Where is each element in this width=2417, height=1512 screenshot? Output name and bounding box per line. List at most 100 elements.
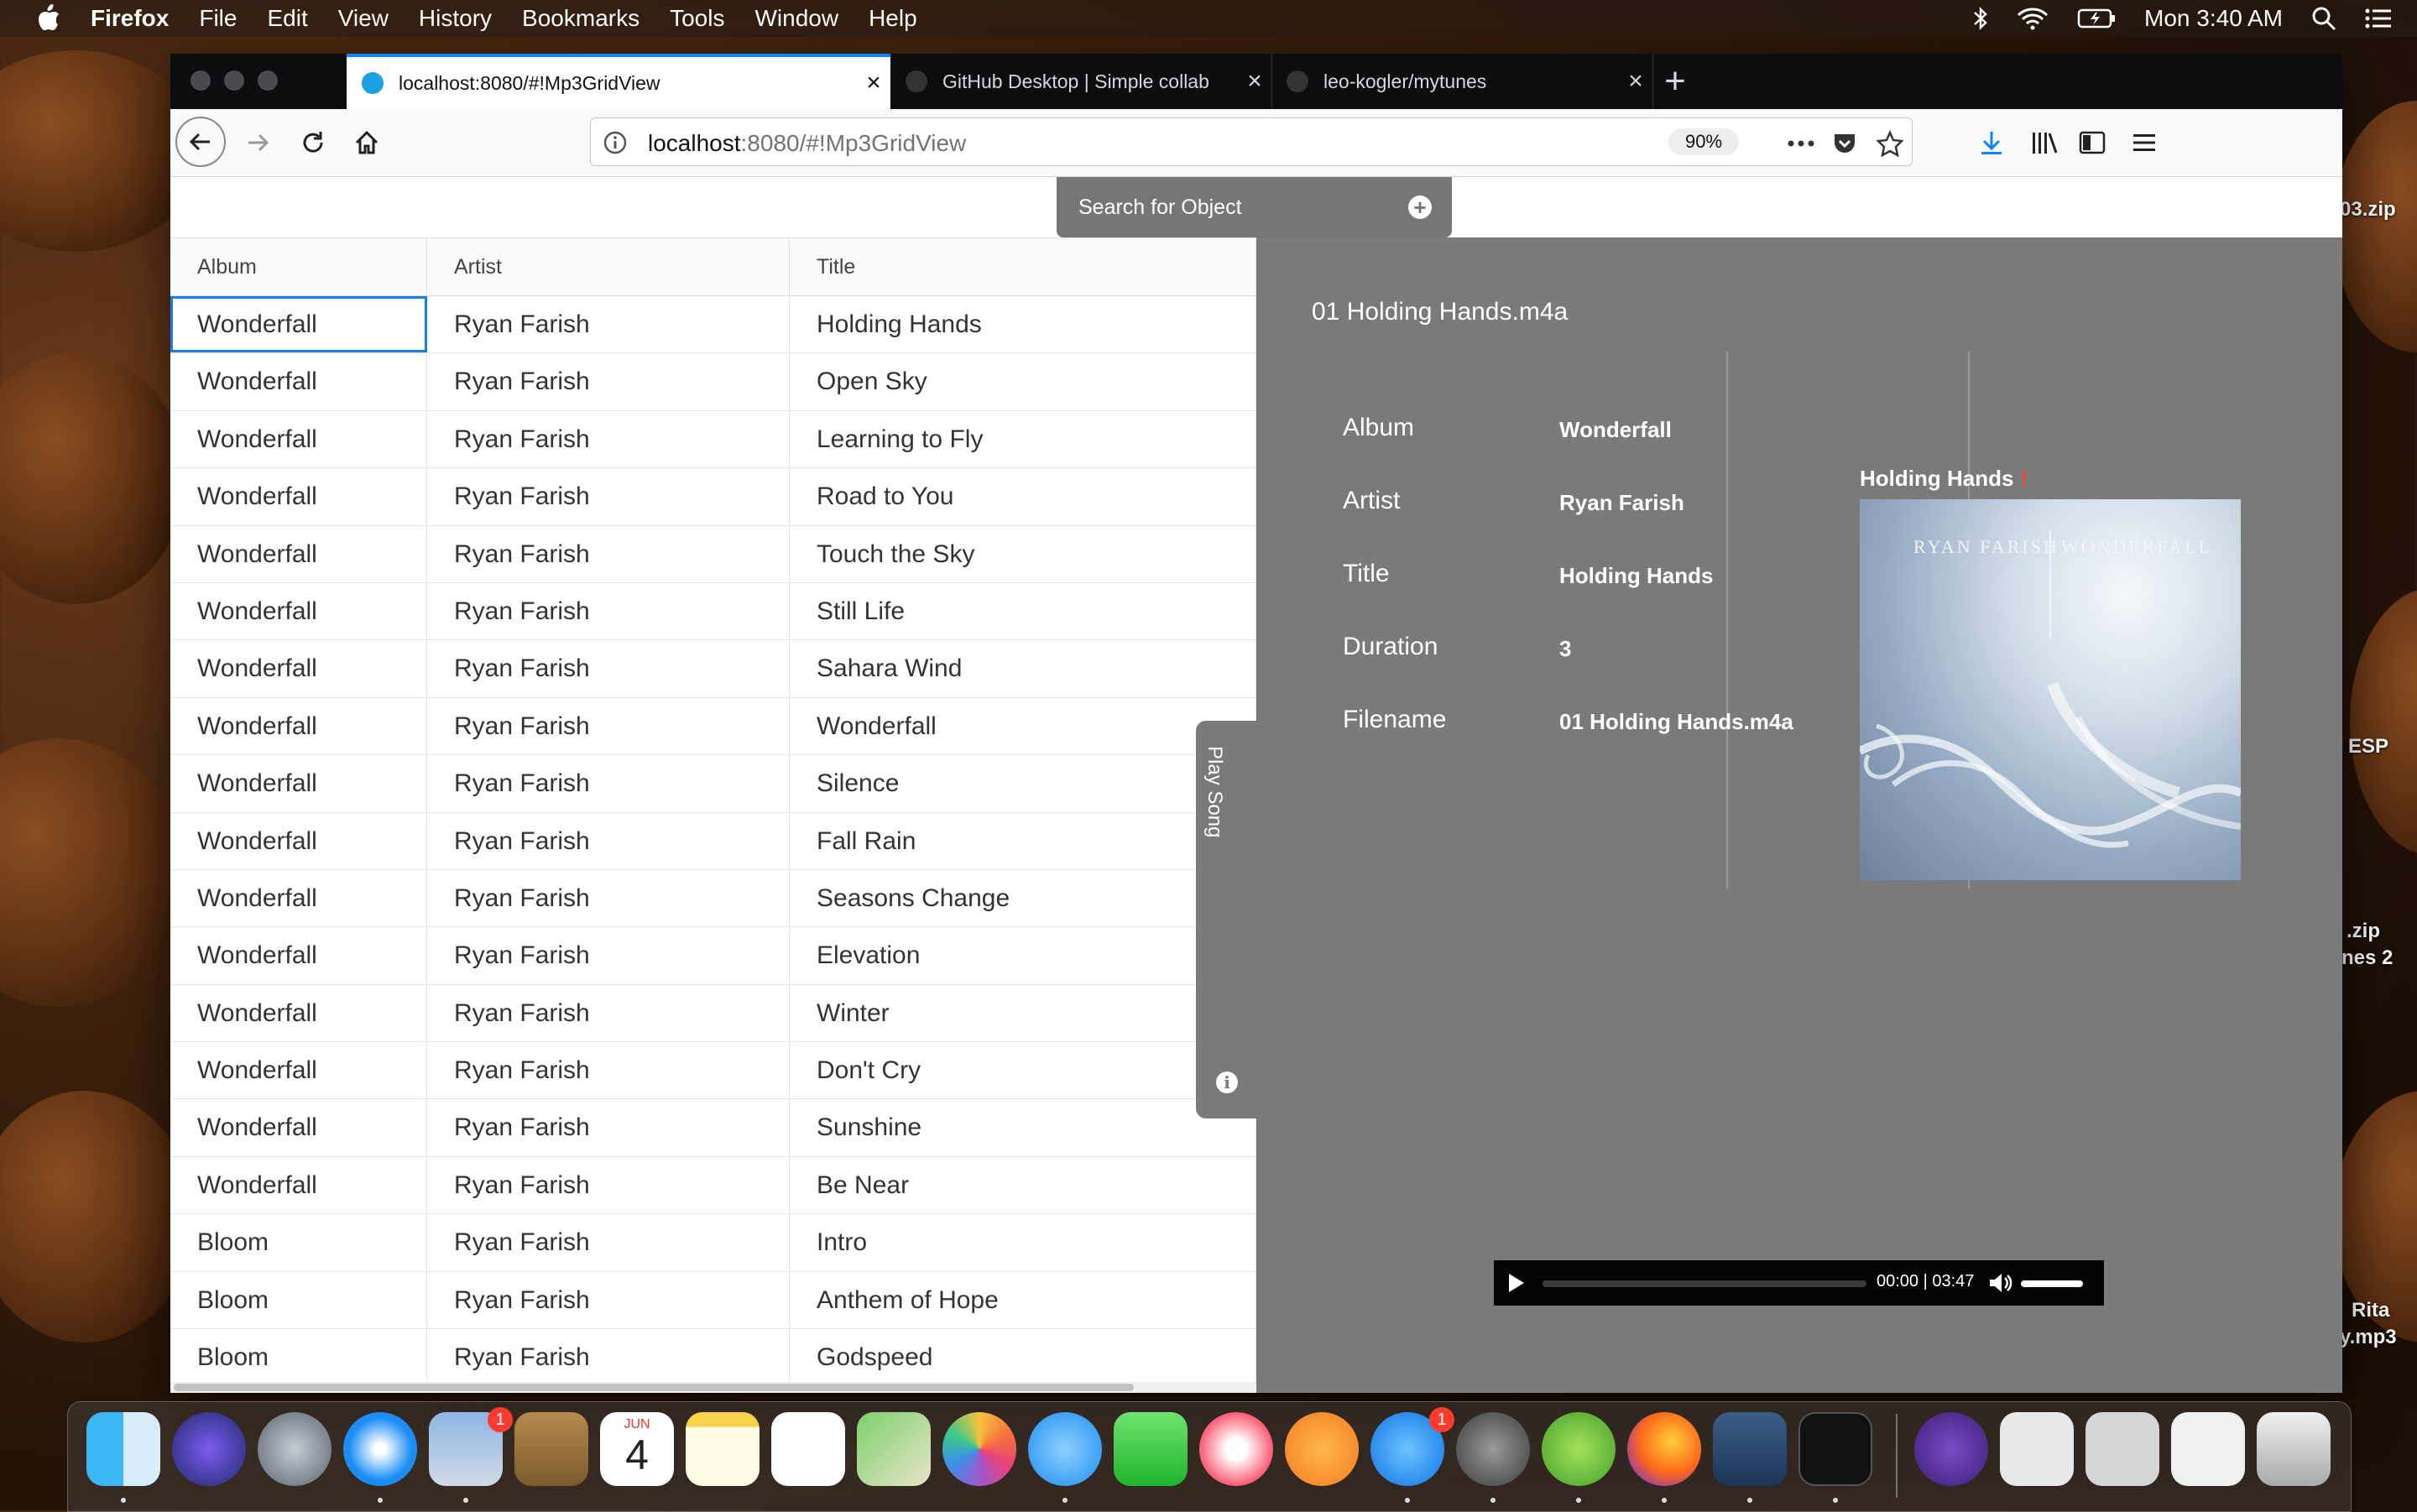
- menu-tools[interactable]: Tools: [670, 5, 724, 32]
- maps-icon[interactable]: [857, 1412, 931, 1486]
- table-row[interactable]: Bloom Ryan Farish Anthem of Hope: [170, 1271, 1256, 1330]
- bookmark-star-icon[interactable]: [1875, 128, 1905, 159]
- bluetooth-icon[interactable]: [1973, 6, 1988, 31]
- terminal-icon[interactable]: [1798, 1412, 1872, 1486]
- tab-github-desktop[interactable]: GitHub Desktop | Simple collab ×: [890, 54, 1272, 109]
- table-row[interactable]: Wonderfall Ryan Farish Still Life: [170, 582, 1256, 641]
- pocket-icon[interactable]: [1830, 128, 1860, 159]
- stack-thumbnail-icon[interactable]: [2000, 1412, 2074, 1486]
- cell-title[interactable]: Road to You: [790, 468, 1256, 525]
- wifi-icon[interactable]: [2017, 7, 2049, 30]
- cell-album[interactable]: Wonderfall: [170, 927, 427, 984]
- cell-artist[interactable]: Ryan Farish: [427, 640, 790, 697]
- cell-artist[interactable]: Ryan Farish: [427, 296, 790, 353]
- cell-album[interactable]: Wonderfall: [170, 1156, 427, 1214]
- desktop-file-label[interactable]: 03.zip: [2340, 198, 2396, 222]
- cell-artist[interactable]: Ryan Farish: [427, 582, 790, 640]
- reload-button[interactable]: [290, 119, 337, 166]
- cell-artist[interactable]: Ryan Farish: [427, 410, 790, 468]
- menu-history[interactable]: History: [419, 5, 492, 32]
- cell-title[interactable]: Don't Cry: [790, 1042, 1256, 1099]
- url-text[interactable]: localhost:8080/#!Mp3GridView: [648, 130, 966, 157]
- play-song-panel-toggle[interactable]: Play Song i: [1196, 721, 1256, 1118]
- cell-album[interactable]: Wonderfall: [170, 869, 427, 927]
- cell-album[interactable]: Wonderfall: [170, 697, 427, 755]
- cell-title[interactable]: Learning to Fly: [790, 410, 1256, 468]
- table-row[interactable]: Wonderfall Ryan Farish Elevation: [170, 927, 1256, 985]
- cell-artist[interactable]: Ryan Farish: [427, 812, 790, 869]
- plus-circle-icon[interactable]: +: [1408, 196, 1432, 219]
- cell-artist[interactable]: Ryan Farish: [427, 1214, 790, 1271]
- menu-app-firefox[interactable]: Firefox: [91, 5, 169, 32]
- tab-mp3gridview[interactable]: localhost:8080/#!Mp3GridView ×: [347, 54, 890, 109]
- table-row[interactable]: Wonderfall Ryan Farish Wonderfall: [170, 697, 1256, 756]
- zoom-window-button[interactable]: [258, 70, 278, 91]
- cell-artist[interactable]: Ryan Farish: [427, 697, 790, 755]
- cell-title[interactable]: Godspeed: [790, 1329, 1256, 1383]
- cell-album[interactable]: Wonderfall: [170, 296, 427, 353]
- cell-artist[interactable]: Ryan Farish: [427, 1156, 790, 1214]
- address-bar[interactable]: localhost:8080/#!Mp3GridView 90%: [590, 117, 1913, 166]
- cell-artist[interactable]: Ryan Farish: [427, 353, 790, 410]
- cell-album[interactable]: Wonderfall: [170, 353, 427, 410]
- cell-title[interactable]: Still Life: [790, 582, 1256, 640]
- site-info-icon[interactable]: [603, 130, 628, 159]
- stack-thumbnail-icon[interactable]: [2086, 1412, 2159, 1486]
- library-icon[interactable]: [2022, 119, 2069, 166]
- cell-album[interactable]: Bloom: [170, 1329, 427, 1383]
- cell-title[interactable]: Winter: [790, 984, 1256, 1042]
- cell-artist[interactable]: Ryan Farish: [427, 755, 790, 812]
- new-tab-button[interactable]: +: [1654, 60, 1696, 102]
- home-button[interactable]: [343, 119, 390, 166]
- table-row[interactable]: Wonderfall Ryan Farish Learning to Fly: [170, 410, 1256, 469]
- table-row[interactable]: Wonderfall Ryan Farish Silence: [170, 755, 1256, 813]
- firefox-icon[interactable]: [1627, 1412, 1701, 1486]
- play-icon[interactable]: [1506, 1270, 1527, 1300]
- cell-artist[interactable]: Ryan Farish: [427, 1099, 790, 1156]
- close-tab-icon[interactable]: ×: [857, 69, 890, 97]
- cell-album[interactable]: Wonderfall: [170, 410, 427, 468]
- cell-title[interactable]: Be Near: [790, 1156, 1256, 1214]
- close-tab-icon[interactable]: ×: [1619, 67, 1652, 96]
- mysql-workbench-icon[interactable]: [1713, 1412, 1787, 1486]
- cell-artist[interactable]: Ryan Farish: [427, 984, 790, 1042]
- cell-album[interactable]: Wonderfall: [170, 1042, 427, 1099]
- volume-icon[interactable]: [1987, 1270, 2012, 1300]
- ibooks-icon[interactable]: [1285, 1412, 1359, 1486]
- cell-album[interactable]: Wonderfall: [170, 812, 427, 869]
- desktop-file-label[interactable]: y.mp3: [2340, 1326, 2397, 1349]
- table-row[interactable]: Wonderfall Ryan Farish Open Sky: [170, 353, 1256, 411]
- calendar-icon[interactable]: JUN 4: [600, 1412, 674, 1486]
- cell-album[interactable]: Bloom: [170, 1271, 427, 1329]
- spring-tool-suite-icon[interactable]: [1542, 1412, 1616, 1486]
- column-header-title[interactable]: Title: [790, 238, 1256, 295]
- contacts-icon[interactable]: [514, 1412, 588, 1486]
- table-row[interactable]: Bloom Ryan Farish Intro: [170, 1214, 1256, 1272]
- itunes-icon[interactable]: [1199, 1412, 1273, 1486]
- cell-title[interactable]: Sunshine: [790, 1099, 1256, 1156]
- desktop-file-label[interactable]: nes 2: [2341, 946, 2393, 970]
- menu-edit[interactable]: Edit: [267, 5, 307, 32]
- facetime-icon[interactable]: [1114, 1412, 1188, 1486]
- table-row[interactable]: Wonderfall Ryan Farish Sahara Wind: [170, 640, 1256, 698]
- cell-album[interactable]: Wonderfall: [170, 755, 427, 812]
- cell-album[interactable]: Wonderfall: [170, 525, 427, 582]
- table-row[interactable]: Wonderfall Ryan Farish Holding Hands: [170, 296, 1256, 354]
- info-icon[interactable]: i: [1216, 1071, 1238, 1093]
- horizontal-scrollbar[interactable]: [170, 1382, 1256, 1393]
- desktop-file-label[interactable]: Rita: [2352, 1299, 2389, 1322]
- forward-button[interactable]: [234, 119, 281, 166]
- menu-help[interactable]: Help: [869, 5, 917, 32]
- safari-icon[interactable]: [343, 1412, 417, 1486]
- minimize-window-button[interactable]: [224, 70, 244, 91]
- column-header-artist[interactable]: Artist: [427, 238, 790, 295]
- cell-album[interactable]: Bloom: [170, 1214, 427, 1271]
- page-actions-icon[interactable]: [1786, 128, 1816, 159]
- github-desktop-icon[interactable]: [1914, 1412, 1988, 1486]
- cell-title[interactable]: Seasons Change: [790, 869, 1256, 927]
- cell-title[interactable]: Fall Rain: [790, 812, 1256, 869]
- siri-icon[interactable]: [172, 1412, 246, 1486]
- table-row[interactable]: Wonderfall Ryan Farish Fall Rain: [170, 812, 1256, 870]
- downloads-icon[interactable]: [1968, 119, 2015, 166]
- clock[interactable]: Mon 3:40 AM: [2144, 5, 2283, 32]
